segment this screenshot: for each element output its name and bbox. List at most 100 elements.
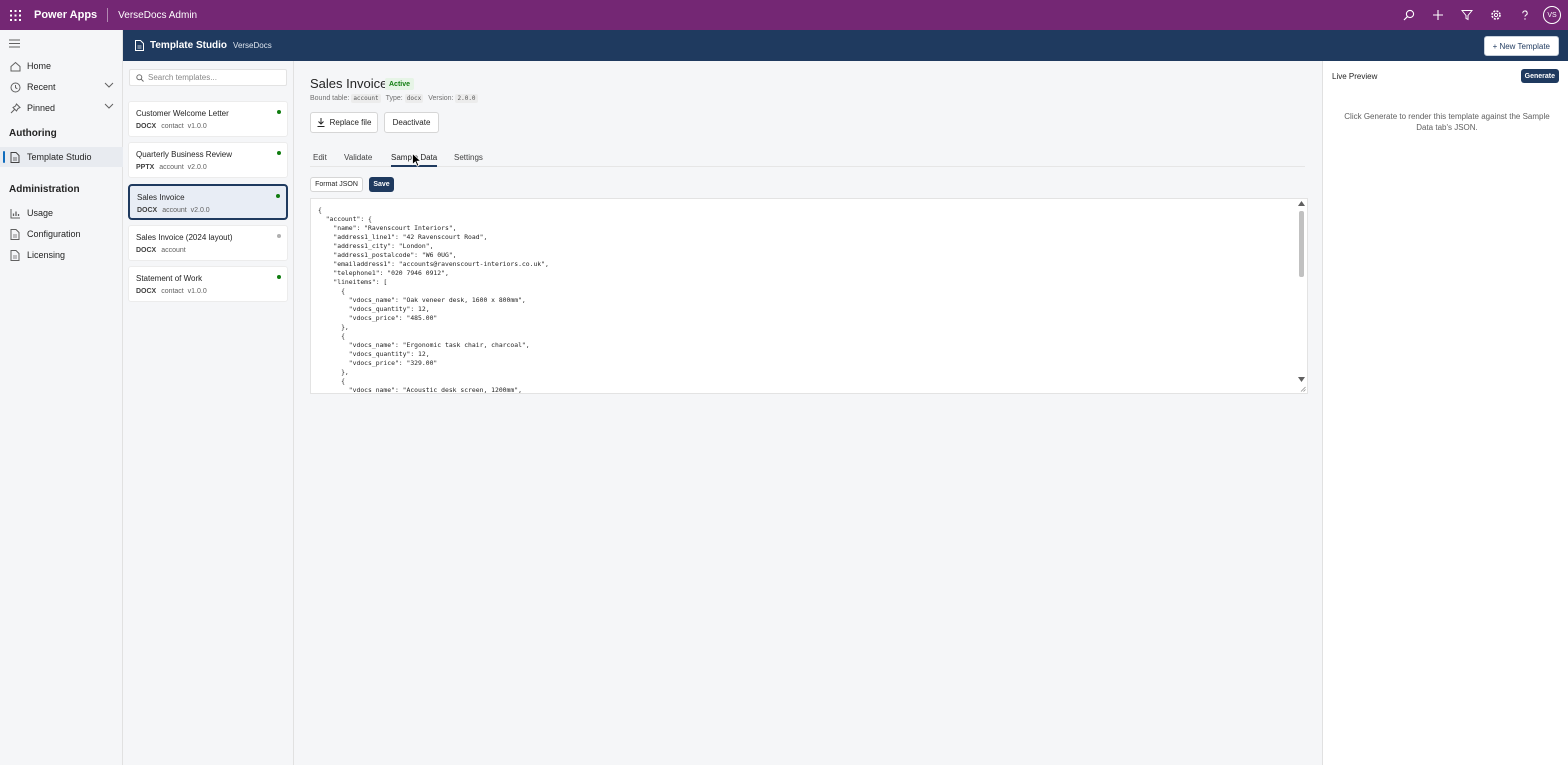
template-version: v1.0.0 [187,123,207,130]
scroll-up-icon[interactable] [1298,201,1305,206]
tab-validate[interactable]: Validate [344,153,372,162]
code-line: "vdocs_name": "Ergonomic task chair, cha… [318,341,530,349]
hamburger-icon[interactable] [9,39,20,48]
new-template-button[interactable]: + New Template [1483,36,1559,56]
template-card[interactable]: Sales Invoice (2024 layout) DOCX account [128,224,288,261]
code-line: "lineitems": [ [318,278,388,286]
filter-icon[interactable] [1452,0,1481,30]
product-name[interactable]: Power Apps [30,8,109,22]
nav-item-label: Pinned [27,103,56,113]
template-name: Statement of Work [136,274,203,284]
version-value: 2.0.0 [455,94,478,103]
nav-item-pinned[interactable]: Pinned [0,98,123,118]
generate-button[interactable]: Generate [1520,69,1559,83]
nav-item-recent[interactable]: Recent [0,77,123,97]
nav-item-licensing[interactable]: Licensing [0,245,123,265]
template-meta: PPTX account v2.0.0 [136,164,207,171]
save-button[interactable]: Save [369,177,394,192]
environment-name[interactable]: VerseDocs Admin [108,10,197,21]
code-line: "address1_postalcode": "W6 0UG", [318,251,457,259]
status-dot [276,193,280,198]
add-icon[interactable] [1423,0,1452,30]
clock-icon [9,81,21,93]
code-line: "vdocs_name": "Oak veneer desk, 1600 x 8… [318,296,526,304]
document-icon [9,249,21,261]
live-preview-panel: Live Preview Generate Click Generate to … [1323,61,1568,765]
template-meta: DOCX contact v1.0.0 [136,123,207,130]
deactivate-button[interactable]: Deactivate [384,112,439,133]
download-icon [317,118,325,127]
template-type: PPTX [136,164,155,172]
template-table: account [159,164,184,172]
scroll-down-icon[interactable] [1298,377,1305,382]
status-dot [277,110,281,114]
template-table: account [162,206,187,214]
search-icon[interactable] [1394,0,1423,30]
nav-item-usage[interactable]: Usage [0,203,123,223]
template-card[interactable]: Sales Invoice DOCX account v2.0.0 [128,183,288,220]
template-version: v1.0.0 [187,288,207,296]
code-line: { [318,287,345,295]
template-meta: DOCX account [136,247,188,254]
home-icon [9,60,21,72]
code-line: "account": { [318,215,372,223]
search-input[interactable]: Search templates... [129,69,287,86]
document-icon [9,228,21,240]
administration-heading: Administration [9,184,80,195]
nav-item-label: Licensing [27,250,66,260]
code-line: "vdocs_price": "485.00" [318,314,438,322]
code-line: }, [318,323,349,331]
avatar[interactable]: VS [1543,6,1561,24]
nav-item-label: Usage [27,208,54,218]
json-editor[interactable]: { "account": { "name": "Ravenscourt Inte… [310,198,1308,394]
template-card[interactable]: Quarterly Business Review PPTX account v2… [128,142,288,179]
app-launcher-icon[interactable] [0,0,30,30]
code-line: "name": "Ravenscourt Interiors", [318,224,457,232]
preview-title: Live Preview [1332,72,1378,81]
app-title: Template Studio [150,40,228,51]
help-icon[interactable] [1510,0,1539,30]
nav-item-template-studio[interactable]: Template Studio [0,147,123,167]
editor-scrollbar[interactable] [1295,199,1307,393]
code-line: { [318,332,345,340]
nav-item-label: Configuration [27,229,81,239]
chevron-down-icon[interactable] [104,82,114,88]
replace-file-button[interactable]: Replace file [310,112,378,133]
tab-edit[interactable]: Edit [313,153,327,162]
nav-item-label: Template Studio [27,152,92,162]
format-json-button[interactable]: Format JSON [310,177,363,192]
search-placeholder: Search templates... [148,73,217,82]
code-line: "vdocs_price": "329.00" [318,359,438,367]
bound-table-label: Bound table: [310,95,350,102]
code-line: { [318,206,322,214]
nav-item-home[interactable]: Home [0,56,123,76]
chevron-down-icon[interactable] [104,103,114,109]
version-field: Version: 2.0.0 [428,94,478,103]
type-value: docx [404,94,424,103]
resize-handle-icon[interactable] [1300,386,1306,392]
template-card[interactable]: Customer Welcome Letter DOCX contact v1.0… [128,101,288,137]
document-icon [9,151,21,163]
top-bar: Power Apps VerseDocs Admin VS [0,0,1568,30]
bound-table-value: account [351,94,381,103]
status-badge: Active [385,78,415,90]
json-code[interactable]: { "account": { "name": "Ravenscourt Inte… [318,206,549,394]
code-line: "vdocs_name": "Acoustic desk screen, 120… [318,386,522,394]
scrollbar-thumb[interactable] [1299,211,1304,277]
template-card[interactable]: Statement of Work DOCX contact v1.0.0 [128,266,288,303]
settings-icon[interactable] [1481,0,1510,30]
code-line: "address1_line1": "42 Ravenscourt Road", [318,233,488,241]
type-label: Type: [385,95,403,102]
code-line: }, [318,368,349,376]
bound-table-field: Bound table: account [310,94,381,103]
code-line: "telephone1": "020 7946 0912", [318,269,449,277]
code-line: "emailaddress1": "accounts@ravenscourt-i… [318,260,549,268]
nav-item-configuration[interactable]: Configuration [0,224,123,244]
search-icon [136,73,148,82]
tab-settings[interactable]: Settings [454,153,483,162]
code-line: "address1_city": "London", [318,242,434,250]
status-dot [277,275,281,280]
template-meta: DOCX account v2.0.0 [137,207,210,214]
replace-file-label: Replace file [329,118,372,127]
app-subtitle: VerseDocs [233,41,272,50]
